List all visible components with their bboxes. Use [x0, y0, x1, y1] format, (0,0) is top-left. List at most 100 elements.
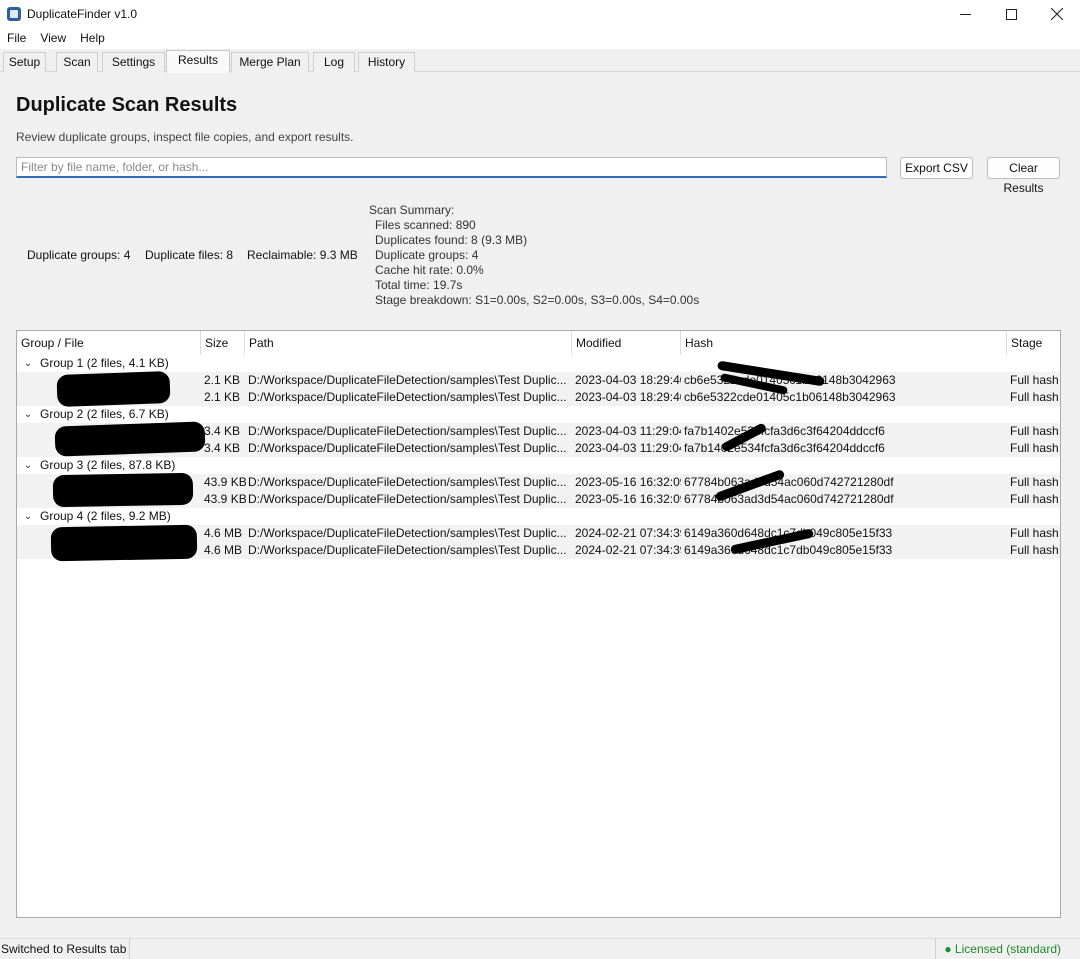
file-path: D:/Workspace/DuplicateFileDetection/samp… — [248, 424, 567, 438]
file-size: 2.1 KB — [204, 373, 241, 387]
summary-heading: Scan Summary: — [369, 203, 455, 217]
file-size: 43.9 KB — [204, 492, 246, 506]
file-path: D:/Workspace/DuplicateFileDetection/samp… — [248, 475, 567, 489]
file-stage: Full hash — [1010, 441, 1059, 455]
file-size: 4.6 MB — [204, 543, 243, 557]
tab-merge-plan[interactable]: Merge Plan — [231, 52, 309, 72]
file-path: D:/Workspace/DuplicateFileDetection/samp… — [248, 543, 567, 557]
export-csv-button[interactable]: Export CSV — [900, 157, 973, 179]
license-status: ● Licensed (standard) — [935, 939, 1080, 959]
maximize-icon — [1005, 8, 1017, 20]
file-path: D:/Workspace/DuplicateFileDetection/samp… — [248, 373, 567, 387]
redaction-mark — [54, 421, 206, 457]
window-title: DuplicateFinder v1.0 — [27, 7, 138, 21]
file-modified: 2023-04-03 11:29:04 — [575, 424, 681, 438]
redaction-mark — [50, 524, 198, 562]
file-path: D:/Workspace/DuplicateFileDetection/samp… — [248, 390, 567, 404]
column-header-stage[interactable]: Stage — [1007, 331, 1060, 355]
tab-results[interactable]: Results — [166, 50, 230, 73]
status-bar: Switched to Results tab ● Licensed (stan… — [0, 938, 1080, 959]
redaction-mark — [52, 472, 194, 508]
group-label: Group 1 (2 files, 4.1 KB) — [40, 356, 169, 370]
minimize-icon — [959, 13, 971, 15]
close-icon — [1051, 8, 1063, 20]
group-row[interactable]: ⌄ Group 1 (2 files, 4.1 KB) — [17, 355, 1060, 372]
file-row[interactable]: 2.1 KB D:/Workspace/DuplicateFileDetecti… — [17, 372, 1060, 389]
file-hash: cb6e5322cde01405c1b06148b3042963 — [684, 390, 896, 404]
menu-view[interactable]: View — [33, 28, 73, 49]
file-modified: 2024-02-21 07:34:39 — [575, 526, 681, 540]
stat-duplicate-files: Duplicate files: 8 — [145, 248, 234, 262]
file-modified: 2023-04-03 18:29:40 — [575, 390, 681, 404]
file-stage: Full hash — [1010, 373, 1059, 387]
file-modified: 2023-04-03 11:29:04 — [575, 441, 681, 455]
group-row[interactable]: ⌄ Group 3 (2 files, 87.8 KB) — [17, 457, 1060, 474]
summary-line: Cache hit rate: 0.0% — [375, 263, 484, 277]
column-header-modified[interactable]: Modified — [572, 331, 681, 355]
chevron-down-icon[interactable]: ⌄ — [22, 406, 34, 423]
column-header-path[interactable]: Path — [245, 331, 572, 355]
column-header-hash[interactable]: Hash — [681, 331, 1007, 355]
file-modified: 2023-05-16 16:32:09 — [575, 475, 681, 489]
file-size: 43.9 KB — [204, 475, 246, 489]
tree-header: Group / File Size Path Modified Hash Sta… — [17, 331, 1060, 355]
close-button[interactable] — [1034, 0, 1080, 28]
redaction-mark — [56, 371, 171, 407]
page-subtitle: Review duplicate groups, inspect file co… — [16, 130, 354, 144]
summary-line: Files scanned: 890 — [375, 218, 476, 232]
file-stage: Full hash — [1010, 424, 1059, 438]
file-hash: 6149a360d648dc1c7db049c805e15f33 — [684, 525, 1006, 542]
group-row[interactable]: ⌄ Group 2 (2 files, 6.7 KB) — [17, 406, 1060, 423]
clear-results-button[interactable]: Clear Results — [987, 157, 1060, 195]
tab-setup[interactable]: Setup — [3, 52, 46, 72]
file-stage: Full hash — [1010, 526, 1059, 540]
status-message: Switched to Results tab — [0, 939, 131, 959]
results-tree[interactable]: Group / File Size Path Modified Hash Sta… — [16, 330, 1061, 918]
tab-settings[interactable]: Settings — [102, 52, 165, 72]
file-row[interactable]: 2.1 KB D:/Workspace/DuplicateFileDetecti… — [17, 389, 1060, 406]
maximize-button[interactable] — [988, 0, 1034, 28]
file-size: 2.1 KB — [204, 390, 241, 404]
app-icon — [7, 7, 21, 21]
page-title: Duplicate Scan Results — [16, 94, 238, 116]
chevron-down-icon[interactable]: ⌄ — [22, 508, 34, 525]
file-stage: Full hash — [1010, 543, 1059, 557]
file-stage: Full hash — [1010, 390, 1059, 404]
tab-scan[interactable]: Scan — [56, 52, 98, 72]
file-modified: 2024-02-21 07:34:39 — [575, 543, 681, 557]
group-label: Group 4 (2 files, 9.2 MB) — [40, 509, 171, 523]
file-size: 3.4 KB — [204, 441, 241, 455]
tab-history[interactable]: History — [358, 52, 415, 72]
file-path: D:/Workspace/DuplicateFileDetection/samp… — [248, 526, 567, 540]
group-label: Group 2 (2 files, 6.7 KB) — [40, 407, 169, 421]
file-modified: 2023-04-03 18:29:40 — [575, 373, 681, 387]
tab-bar: Setup Scan Settings Results Merge Plan L… — [0, 49, 1080, 73]
file-path: D:/Workspace/DuplicateFileDetection/samp… — [248, 441, 567, 455]
group-label: Group 3 (2 files, 87.8 KB) — [40, 458, 176, 472]
group-row[interactable]: ⌄ Group 4 (2 files, 9.2 MB) — [17, 508, 1060, 525]
chevron-down-icon[interactable]: ⌄ — [22, 457, 34, 474]
window-controls — [942, 0, 1080, 28]
file-stage: Full hash — [1010, 475, 1059, 489]
menu-bar: File View Help — [0, 28, 1080, 49]
minimize-button[interactable] — [942, 0, 988, 28]
file-size: 3.4 KB — [204, 424, 241, 438]
file-size: 4.6 MB — [204, 526, 243, 540]
summary-line: Stage breakdown: S1=0.00s, S2=0.00s, S3=… — [375, 293, 700, 307]
file-stage: Full hash — [1010, 492, 1059, 506]
menu-help[interactable]: Help — [73, 28, 112, 49]
tab-log[interactable]: Log — [313, 52, 355, 72]
filter-input[interactable] — [16, 157, 887, 178]
summary-line: Duplicates found: 8 (9.3 MB) — [375, 233, 528, 247]
menu-file[interactable]: File — [0, 28, 33, 49]
summary-line: Total time: 19.7s — [375, 278, 463, 292]
column-header-group-file[interactable]: Group / File — [17, 331, 201, 355]
file-path: D:/Workspace/DuplicateFileDetection/samp… — [248, 492, 567, 506]
column-header-size[interactable]: Size — [201, 331, 245, 355]
stat-duplicate-groups: Duplicate groups: 4 — [27, 248, 131, 262]
chevron-down-icon[interactable]: ⌄ — [22, 355, 34, 372]
title-bar: DuplicateFinder v1.0 — [0, 0, 1080, 28]
scan-summary: Scan Summary: Files scanned: 890 Duplica… — [369, 203, 699, 308]
summary-line: Duplicate groups: 4 — [375, 248, 479, 262]
stat-reclaimable: Reclaimable: 9.3 MB — [247, 248, 358, 262]
